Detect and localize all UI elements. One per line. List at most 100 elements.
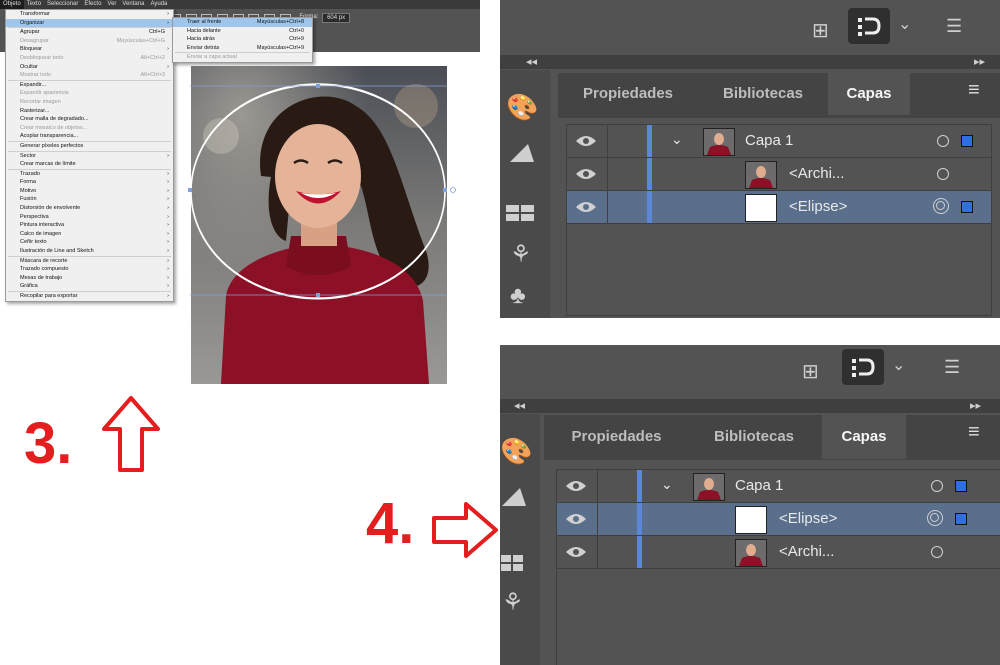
ellipse-selection[interactable] [185,78,460,303]
menu-item[interactable]: Sector › [6,152,173,161]
menu-item[interactable]: Forma › [6,178,173,187]
swatches-grid-icon[interactable] [505,204,535,227]
menu-item[interactable]: Ocultar › [6,63,173,72]
sublayer-name[interactable]: <Archi... [779,543,834,560]
target-circle-icon[interactable] [931,480,943,492]
chevron-down-icon[interactable]: ⌄ [898,14,911,34]
menu-item[interactable]: Expandir... [6,81,173,90]
menu-item[interactable]: Crear malla de degradado... [6,115,173,124]
target-double-circle-icon[interactable] [927,510,943,526]
target-circle-icon[interactable] [937,135,949,147]
visibility-eye-icon[interactable] [575,134,597,153]
menubar-item[interactable]: Seleccionar [44,0,81,9]
menu-item[interactable]: Agrupar Ctrl+G [6,28,173,37]
brushes-icon[interactable]: ⚘ [510,240,532,269]
menu-item[interactable]: Transformar › [6,10,173,19]
color-palette-icon[interactable]: 🎨 [506,92,538,123]
chevron-down-icon[interactable]: ⌄ [892,355,905,375]
gradient-fan-icon[interactable] [500,484,528,513]
layer-row-ellipse-selected[interactable]: <Elipse> [557,503,1000,536]
chevron-down-icon[interactable]: ⌄ [671,131,683,148]
menu-item[interactable]: Trazado compuesto › [6,265,173,274]
layer-name[interactable]: Capa 1 [745,132,793,149]
target-circle-icon[interactable] [937,168,949,180]
menu-item[interactable]: Acoplar transparencia... [6,132,173,141]
tab-capas[interactable]: Capas [828,73,910,115]
menu-item[interactable]: Distorsión de envolvente › [6,204,173,213]
visibility-eye-icon[interactable] [575,167,597,186]
selection-square-icon[interactable] [961,135,973,147]
menu-item[interactable]: Pintura interactiva › [6,221,173,230]
menu-item[interactable]: Trazado › [6,170,173,179]
menu-item-label: Hacia atrás [187,36,215,43]
menu-item[interactable]: Perspectiva › [6,213,173,222]
brushes-icon[interactable]: ⚘ [502,588,524,617]
menu-item[interactable]: Gráfica › [6,282,173,291]
menu-item[interactable]: Mesas de trabajo › [6,274,173,283]
selection-square-icon[interactable] [955,480,967,492]
layer-row-capa1[interactable]: ⌄ Capa 1 [557,470,1000,503]
tab-propiedades[interactable]: Propiedades [544,415,689,459]
collapse-left-icon[interactable]: ◂◂ [514,399,525,412]
menu-item[interactable]: Organizar › [6,18,173,28]
color-palette-icon[interactable]: 🎨 [500,436,532,467]
target-circle-icon[interactable] [931,546,943,558]
symbols-club-icon[interactable]: ♣ [510,282,526,310]
menubar-item[interactable]: Ver [104,0,119,9]
expand-right-icon[interactable]: ▸▸ [970,399,981,412]
properties-toggle-button[interactable] [842,349,884,385]
visibility-eye-icon[interactable] [575,200,597,219]
list-menu-icon[interactable]: ☰ [946,16,962,37]
panel-menu-icon[interactable]: ≡ [968,421,980,444]
arrange-documents-icon[interactable]: ⊞ [812,18,829,43]
menu-item[interactable]: Fusión › [6,195,173,204]
panel-menu-icon[interactable]: ≡ [968,79,980,102]
tab-capas[interactable]: Capas [822,415,906,459]
menubar-item[interactable]: Ventana [119,0,147,9]
menu-item[interactable]: Ceñir texto › [6,238,173,247]
menubar-item[interactable]: Objeto [0,0,24,9]
menu-item[interactable]: Recopilar para exportar › [6,292,173,301]
target-double-circle-icon[interactable] [933,198,949,214]
menubar-item[interactable]: Texto [24,0,44,9]
visibility-eye-icon[interactable] [565,512,587,531]
layer-row-image[interactable]: <Archi... [557,536,1000,569]
menu-item[interactable]: Enviar detrás Mayúsculas+Ctrl+9 [173,44,312,53]
selection-square-icon[interactable] [955,513,967,525]
chevron-down-icon[interactable]: ⌄ [661,476,673,493]
swatches-grid-icon[interactable] [500,554,524,577]
sublayer-name[interactable]: <Elipse> [779,510,837,527]
menu-item[interactable]: Hacia atrás Ctrl+9 [173,35,312,44]
properties-toggle-button[interactable] [848,8,890,44]
menu-item[interactable]: Rasterizar... [6,107,173,116]
menu-item[interactable]: Bloquear › [6,45,173,54]
layer-name[interactable]: Capa 1 [735,477,783,494]
menu-item[interactable]: Hacia delante Ctrl+0 [173,27,312,36]
collapse-left-icon[interactable]: ◂◂ [526,55,537,68]
menu-item[interactable]: Generar píxeles perfectos [6,142,173,151]
selection-square-icon[interactable] [961,201,973,213]
menubar-item[interactable]: Ayuda [147,0,170,9]
arrange-documents-icon[interactable]: ⊞ [802,359,819,384]
menubar-item[interactable]: Efecto [81,0,104,9]
tab-propiedades[interactable]: Propiedades [558,73,698,115]
sublayer-name[interactable]: <Archi... [789,165,844,182]
list-menu-icon[interactable]: ☰ [944,357,960,378]
sublayer-name[interactable]: <Elipse> [789,198,847,215]
expand-right-icon[interactable]: ▸▸ [974,55,985,68]
visibility-eye-icon[interactable] [565,479,587,498]
tab-bibliotecas[interactable]: Bibliotecas [689,415,819,459]
gradient-fan-icon[interactable] [508,140,536,169]
layer-row-capa1[interactable]: ⌄ Capa 1 [567,125,991,158]
tab-bibliotecas[interactable]: Bibliotecas [698,73,828,115]
menu-item[interactable]: Traer al frente Mayúsculas+Ctrl+8 [173,18,312,27]
layer-row-image[interactable]: <Archi... [567,158,991,191]
menu-item[interactable]: Ilustración de Line and Sketch › [6,247,173,256]
menu-item[interactable]: Motivo › [6,187,173,196]
menu-item[interactable]: Máscara de recorte › [6,257,173,266]
visibility-eye-icon[interactable] [565,545,587,564]
layer-row-ellipse-selected[interactable]: <Elipse> [567,191,991,224]
menu-item[interactable]: Calco de imagen › [6,230,173,239]
shape-field[interactable]: 604 px [322,13,351,23]
menu-item[interactable]: Crear marcas de límite [6,160,173,169]
